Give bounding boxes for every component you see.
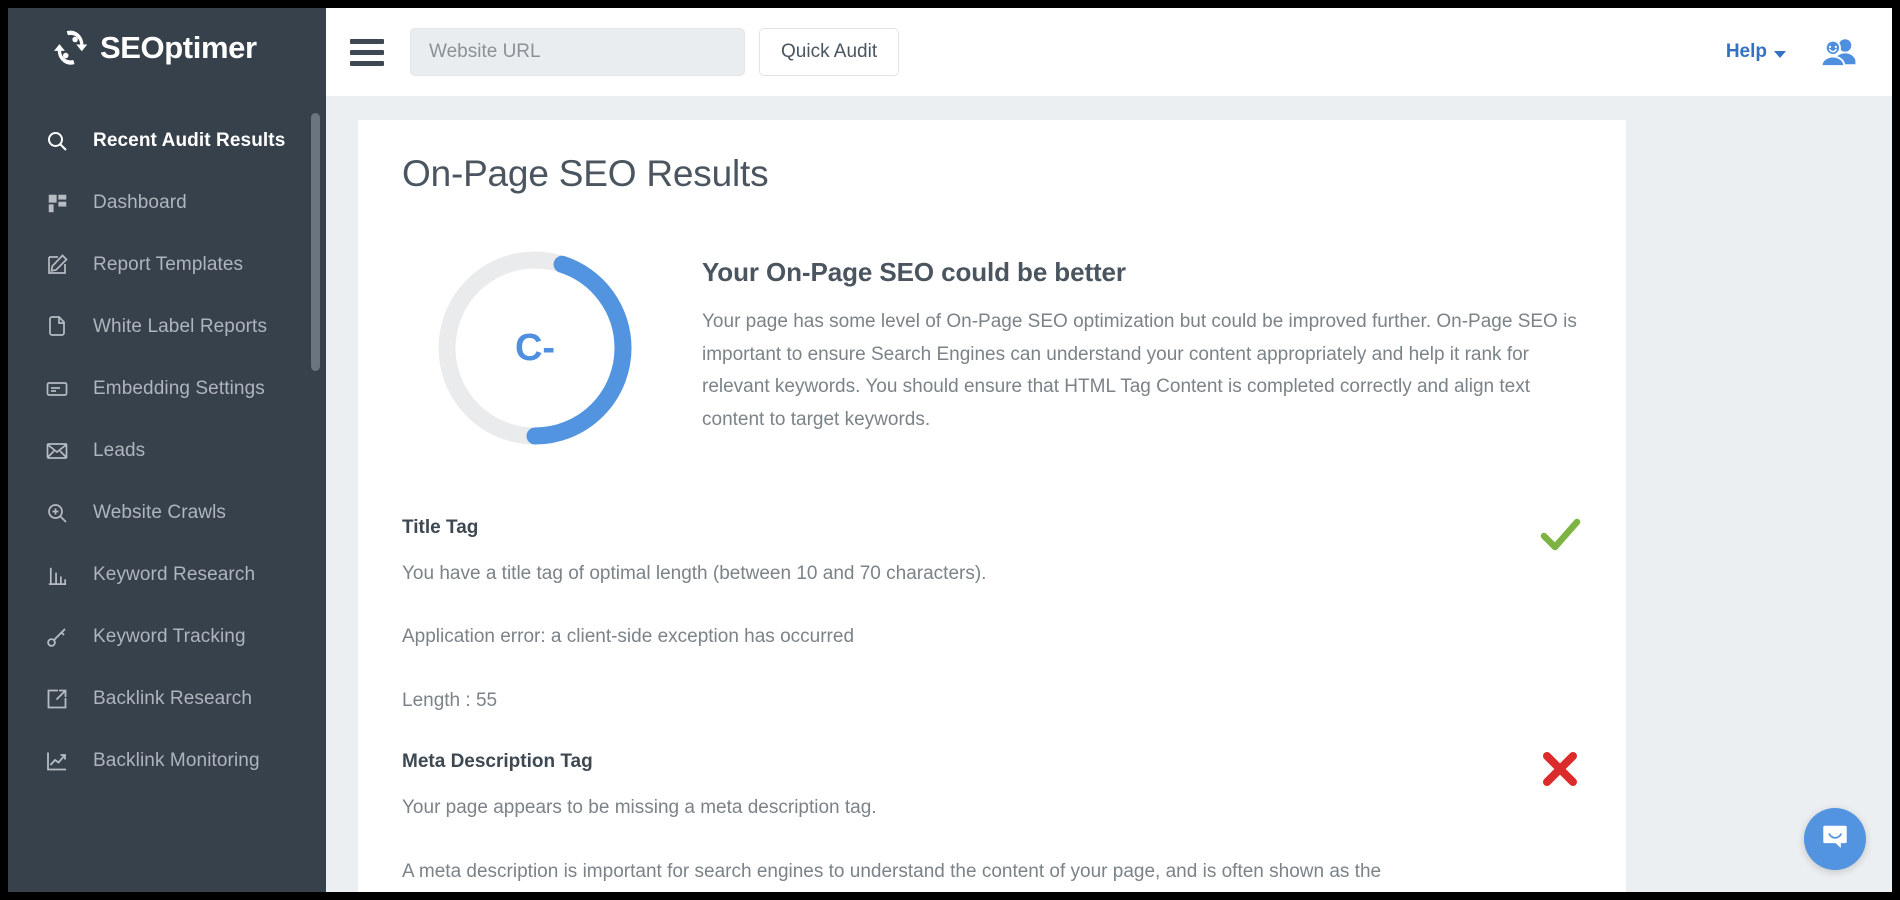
sidebar-item-label: Keyword Tracking [93,626,246,648]
help-dropdown[interactable]: Help [1726,41,1786,63]
help-label: Help [1726,41,1767,63]
sidebar-item-backlink-research[interactable]: Backlink Research [8,668,326,730]
check-line: Application error: a client-side excepti… [402,622,1582,651]
sidebar-item-label: White Label Reports [93,316,267,338]
sidebar-item-backlink-monitoring[interactable]: Backlink Monitoring [8,730,326,792]
check-item-title-tag: Title Tag You have a title tag of optima… [402,517,1582,715]
external-link-icon [42,684,72,714]
summary-text: Your On-Page SEO could be better Your pa… [702,243,1582,437]
pencil-edit-icon [42,250,72,280]
sidebar-item-keyword-tracking[interactable]: Keyword Tracking [8,606,326,668]
users-icon[interactable] [1820,37,1858,67]
seo-score-gauge: C- [430,243,640,453]
envelope-icon [42,436,72,466]
check-item-meta-description-tag: Meta Description Tag Your page appears t… [402,751,1582,886]
brand-logo[interactable]: SEOptimer [8,8,326,88]
key-icon [42,622,72,652]
quick-audit-button[interactable]: Quick Audit [759,28,899,76]
topbar-right-group: Help [1726,37,1858,67]
sidebar-item-white-label-reports[interactable]: White Label Reports [8,296,326,358]
sidebar-item-label: Report Templates [93,254,243,276]
intercom-launcher-button[interactable] [1804,808,1866,870]
website-url-input[interactable] [410,28,745,76]
sidebar: SEOptimer Recent Audit Results Dashboard [8,8,326,892]
gauge-grade-label: C- [430,243,640,453]
topbar: Quick Audit Help [326,8,1892,96]
sidebar-item-keyword-research[interactable]: Keyword Research [8,544,326,606]
sidebar-item-label: Leads [93,440,145,462]
documents-copy-icon [42,312,72,342]
page-title: On-Page SEO Results [402,120,1582,195]
sidebar-item-label: Backlink Monitoring [93,750,260,772]
line-chart-up-icon [42,746,72,776]
content-area: On-Page SEO Results C- Your On-Page SEO … [326,96,1892,892]
magnifier-plus-icon [42,498,72,528]
red-cross-icon [1536,745,1584,793]
check-list: Title Tag You have a title tag of optima… [402,517,1582,886]
embed-card-icon [42,374,72,404]
sidebar-item-embedding-settings[interactable]: Embedding Settings [8,358,326,420]
chevron-down-icon [1774,51,1786,58]
sidebar-item-dashboard[interactable]: Dashboard [8,172,326,234]
check-line: You have a title tag of optimal length (… [402,559,1582,588]
check-line: A meta description is important for sear… [402,857,1582,886]
sidebar-scrollbar-thumb[interactable] [311,113,320,371]
dashboard-grid-icon [42,188,72,218]
check-line: Your page appears to be missing a meta d… [402,793,1582,822]
check-title: Title Tag [402,517,1582,539]
hamburger-menu-icon[interactable] [350,35,384,69]
sidebar-item-label: Keyword Research [93,564,255,586]
summary-heading: Your On-Page SEO could be better [702,257,1582,288]
sidebar-item-label: Recent Audit Results [93,130,285,152]
on-page-seo-card: On-Page SEO Results C- Your On-Page SEO … [358,120,1626,892]
sidebar-item-leads[interactable]: Leads [8,420,326,482]
gear-refresh-icon [50,27,92,69]
summary-body: Your page has some level of On-Page SEO … [702,306,1582,437]
sidebar-item-label: Website Crawls [93,502,226,524]
green-check-icon [1536,511,1584,559]
sidebar-item-website-crawls[interactable]: Website Crawls [8,482,326,544]
sidebar-item-label: Dashboard [93,192,187,214]
sidebar-item-recent-audit-results[interactable]: Recent Audit Results [8,110,326,172]
search-icon [42,126,72,156]
sidebar-item-label: Embedding Settings [93,378,265,400]
check-title: Meta Description Tag [402,751,1582,773]
chat-smile-icon [1820,822,1850,857]
score-summary: C- Your On-Page SEO could be better Your… [402,243,1582,453]
sidebar-item-label: Backlink Research [93,688,252,710]
main-area: Quick Audit Help [326,8,1892,892]
sidebar-item-report-templates[interactable]: Report Templates [8,234,326,296]
sidebar-nav: Recent Audit Results Dashboard Report Te… [8,88,326,792]
check-line: Length : 55 [402,686,1582,715]
app-window: SEOptimer Recent Audit Results Dashboard [8,8,1892,892]
bar-chart-icon [42,560,72,590]
brand-name: SEOptimer [100,30,257,66]
